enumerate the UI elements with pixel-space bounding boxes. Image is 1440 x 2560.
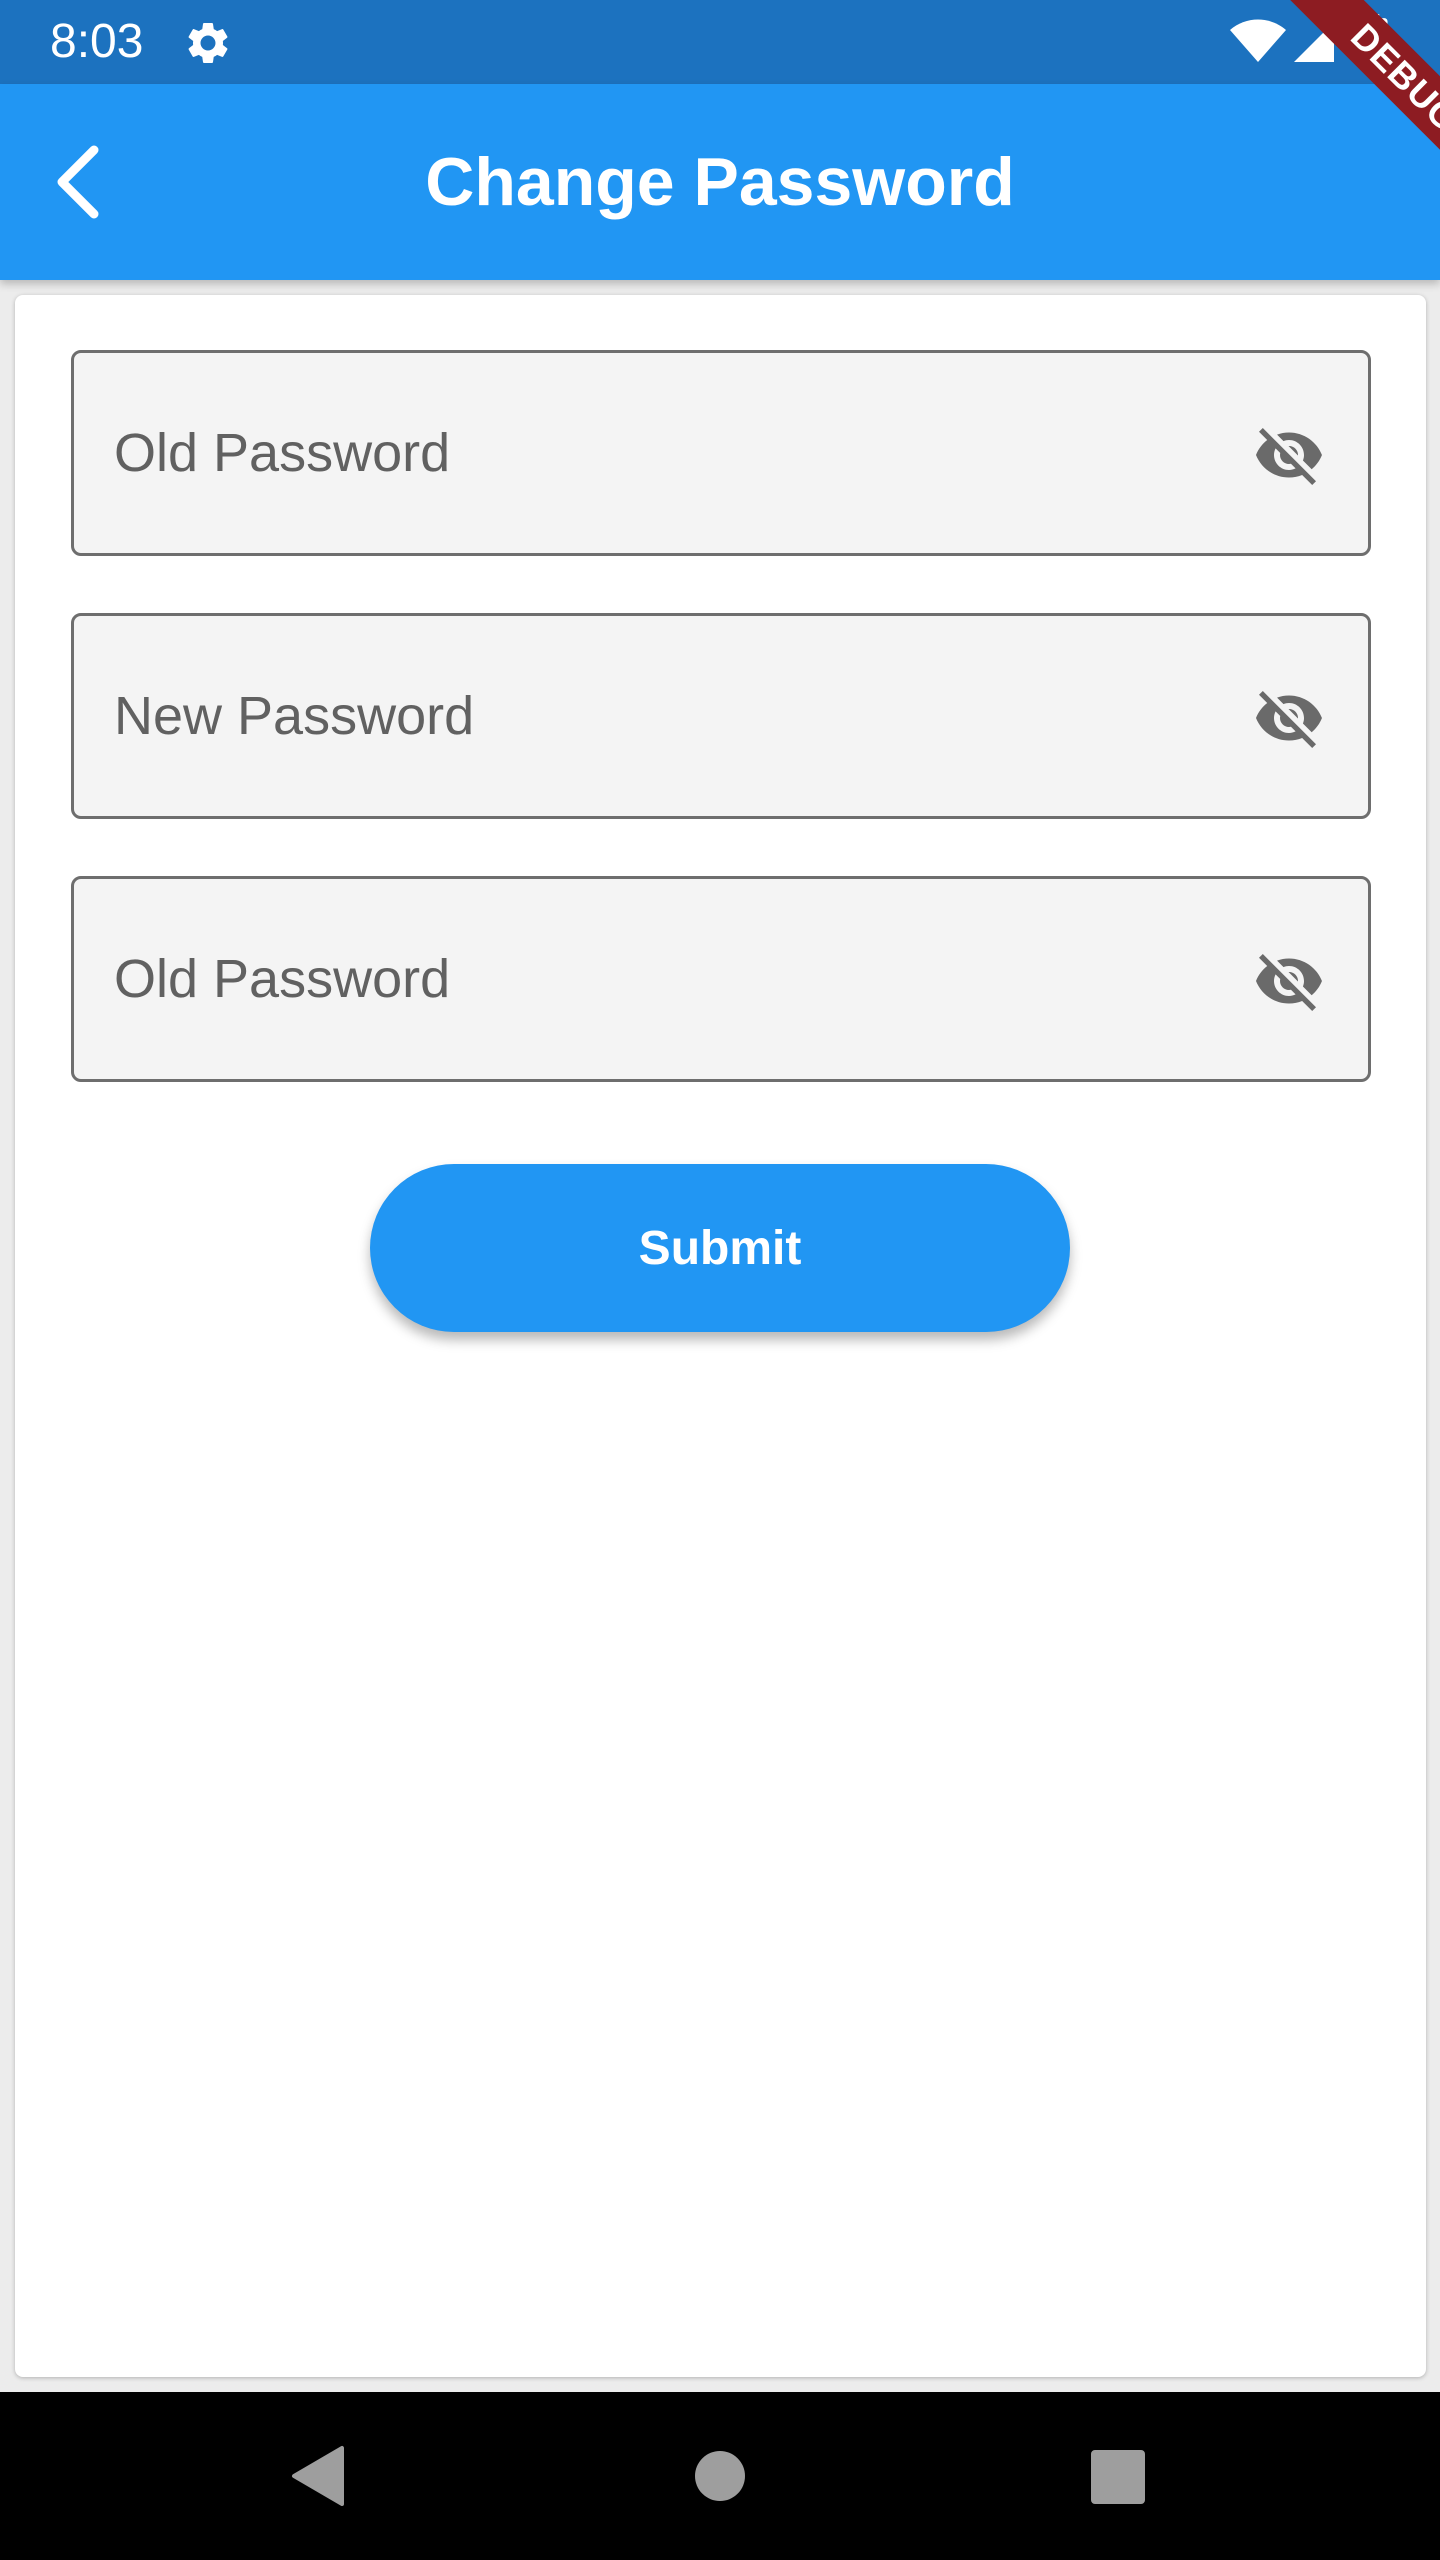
confirm-password-field (71, 876, 1371, 1082)
form-card: Submit (15, 295, 1426, 2377)
eye-off-icon (1256, 954, 1322, 1011)
new-password-input[interactable] (74, 616, 1368, 816)
screen: 8:03 Change Password DEBUG Submit (0, 0, 1440, 2560)
eye-off-icon (1256, 428, 1322, 485)
battery-icon (1358, 14, 1388, 68)
page-title: Change Password (425, 144, 1015, 220)
system-nav-bar (0, 2392, 1440, 2560)
new-password-visibility-toggle[interactable] (1248, 682, 1330, 754)
confirm-password-visibility-toggle[interactable] (1248, 945, 1330, 1017)
wifi-icon (1230, 19, 1286, 62)
submit-button[interactable]: Submit (370, 1164, 1070, 1332)
recents-square-icon[interactable] (1091, 2450, 1145, 2504)
back-triangle-icon[interactable] (290, 2444, 346, 2508)
old-password-input[interactable] (74, 353, 1368, 553)
confirm-password-input[interactable] (74, 879, 1368, 1079)
new-password-field (71, 613, 1371, 819)
status-bar: 8:03 (0, 0, 1440, 84)
gear-icon (188, 22, 228, 63)
app-bar: Change Password (0, 84, 1440, 280)
eye-off-icon (1256, 691, 1322, 748)
status-time: 8:03 (50, 15, 144, 68)
old-password-field (71, 350, 1371, 556)
old-password-visibility-toggle[interactable] (1248, 419, 1330, 491)
signal-icon (1294, 22, 1334, 62)
home-circle-icon[interactable] (694, 2450, 746, 2502)
